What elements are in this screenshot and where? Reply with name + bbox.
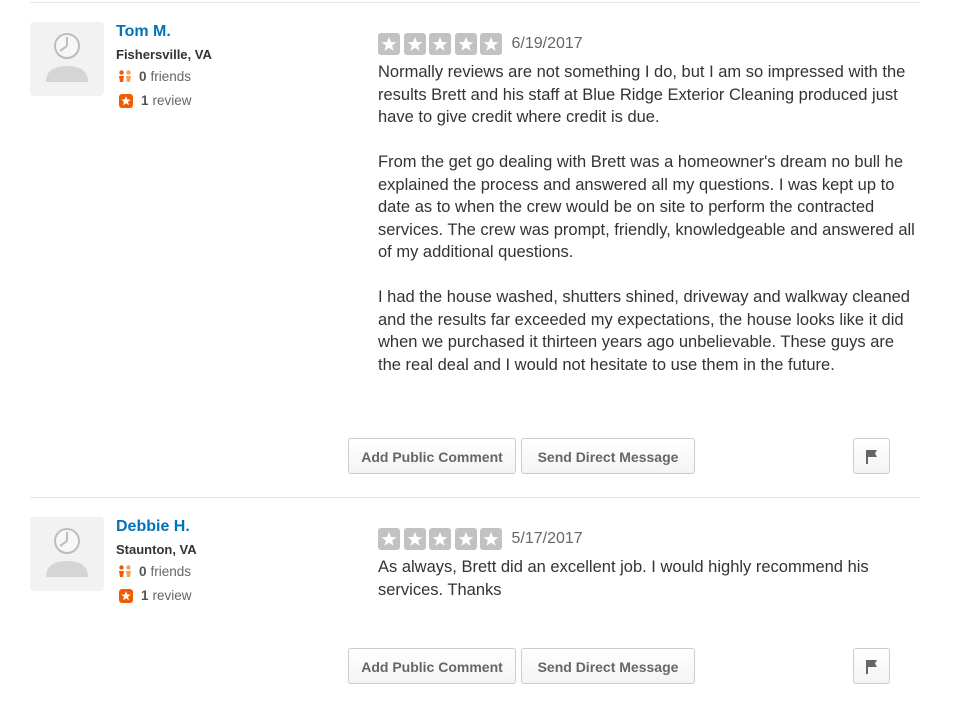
rating-star-icon (480, 528, 502, 550)
rating-star-icon (429, 33, 451, 55)
rating-row: 5/17/2017 (378, 527, 920, 551)
friends-label: friends (150, 564, 192, 579)
review-actions: Add Public Comment Send Direct Message (348, 648, 890, 686)
top-divider (30, 2, 920, 3)
review-paragraph: I had the house washed, shutters shined,… (378, 288, 910, 374)
user-location: Fishersville, VA (116, 47, 212, 62)
star-rating (378, 33, 506, 55)
friends-number: 0 (139, 564, 147, 579)
user-location: Staunton, VA (116, 542, 197, 557)
rating-star-icon (378, 528, 400, 550)
friends-label: friends (150, 69, 192, 84)
review-paragraph: As always, Brett did an excellent job. I… (378, 558, 869, 599)
rating-star-icon (429, 528, 451, 550)
review-star-icon (119, 94, 133, 108)
review-date: 6/19/2017 (511, 35, 583, 52)
flag-review-button[interactable] (853, 648, 890, 684)
review-paragraph: From the get go dealing with Brett was a… (378, 153, 915, 261)
user-info: Debbie H. Staunton, VA 0 friends 1 revie… (116, 515, 366, 608)
send-direct-message-button[interactable]: Send Direct Message (521, 648, 695, 684)
friends-icon (117, 69, 133, 85)
user-name-link[interactable]: Debbie H. (116, 515, 190, 539)
default-user-avatar-icon (30, 517, 104, 591)
friends-count: 0 friends (116, 560, 366, 584)
user-name-link[interactable]: Tom M. (116, 20, 171, 44)
friends-number: 0 (139, 69, 147, 84)
review-actions: Add Public Comment Send Direct Message (348, 438, 890, 476)
review-divider (30, 497, 920, 498)
rating-star-icon (454, 528, 477, 550)
user-avatar[interactable] (30, 22, 104, 96)
friends-icon (117, 564, 133, 580)
review-star-icon (119, 589, 133, 603)
rating-star-icon (480, 33, 502, 55)
review-content: 6/19/2017 Normally reviews are not somet… (378, 20, 920, 376)
reviews-page: Tom M. Fishersville, VA 0 friends 1 revi… (0, 0, 962, 706)
star-rating (378, 528, 506, 550)
review-content: 5/17/2017 As always, Brett did an excell… (378, 515, 920, 601)
review-label: review (152, 588, 192, 603)
review-count: 1 review (116, 89, 366, 113)
add-public-comment-button[interactable]: Add Public Comment (348, 648, 516, 684)
user-avatar[interactable] (30, 517, 104, 591)
rating-star-icon (403, 33, 426, 55)
default-user-avatar-icon (30, 22, 104, 96)
review-text: As always, Brett did an excellent job. I… (378, 556, 920, 601)
rating-star-icon (378, 33, 400, 55)
review-paragraph: Normally reviews are not something I do,… (378, 63, 906, 126)
flag-icon (866, 450, 877, 464)
review-number: 1 (141, 588, 149, 603)
flag-review-button[interactable] (853, 438, 890, 474)
friends-count: 0 friends (116, 65, 366, 89)
user-info: Tom M. Fishersville, VA 0 friends 1 revi… (116, 20, 366, 113)
add-public-comment-button[interactable]: Add Public Comment (348, 438, 516, 474)
send-direct-message-button[interactable]: Send Direct Message (521, 438, 695, 474)
rating-row: 6/19/2017 (378, 32, 920, 56)
review-number: 1 (141, 93, 149, 108)
review-count: 1 review (116, 584, 366, 608)
rating-star-icon (403, 528, 426, 550)
flag-icon (866, 660, 877, 674)
review-text: Normally reviews are not something I do,… (378, 61, 920, 376)
rating-star-icon (454, 33, 477, 55)
review-label: review (152, 93, 192, 108)
review-date: 5/17/2017 (511, 530, 583, 547)
